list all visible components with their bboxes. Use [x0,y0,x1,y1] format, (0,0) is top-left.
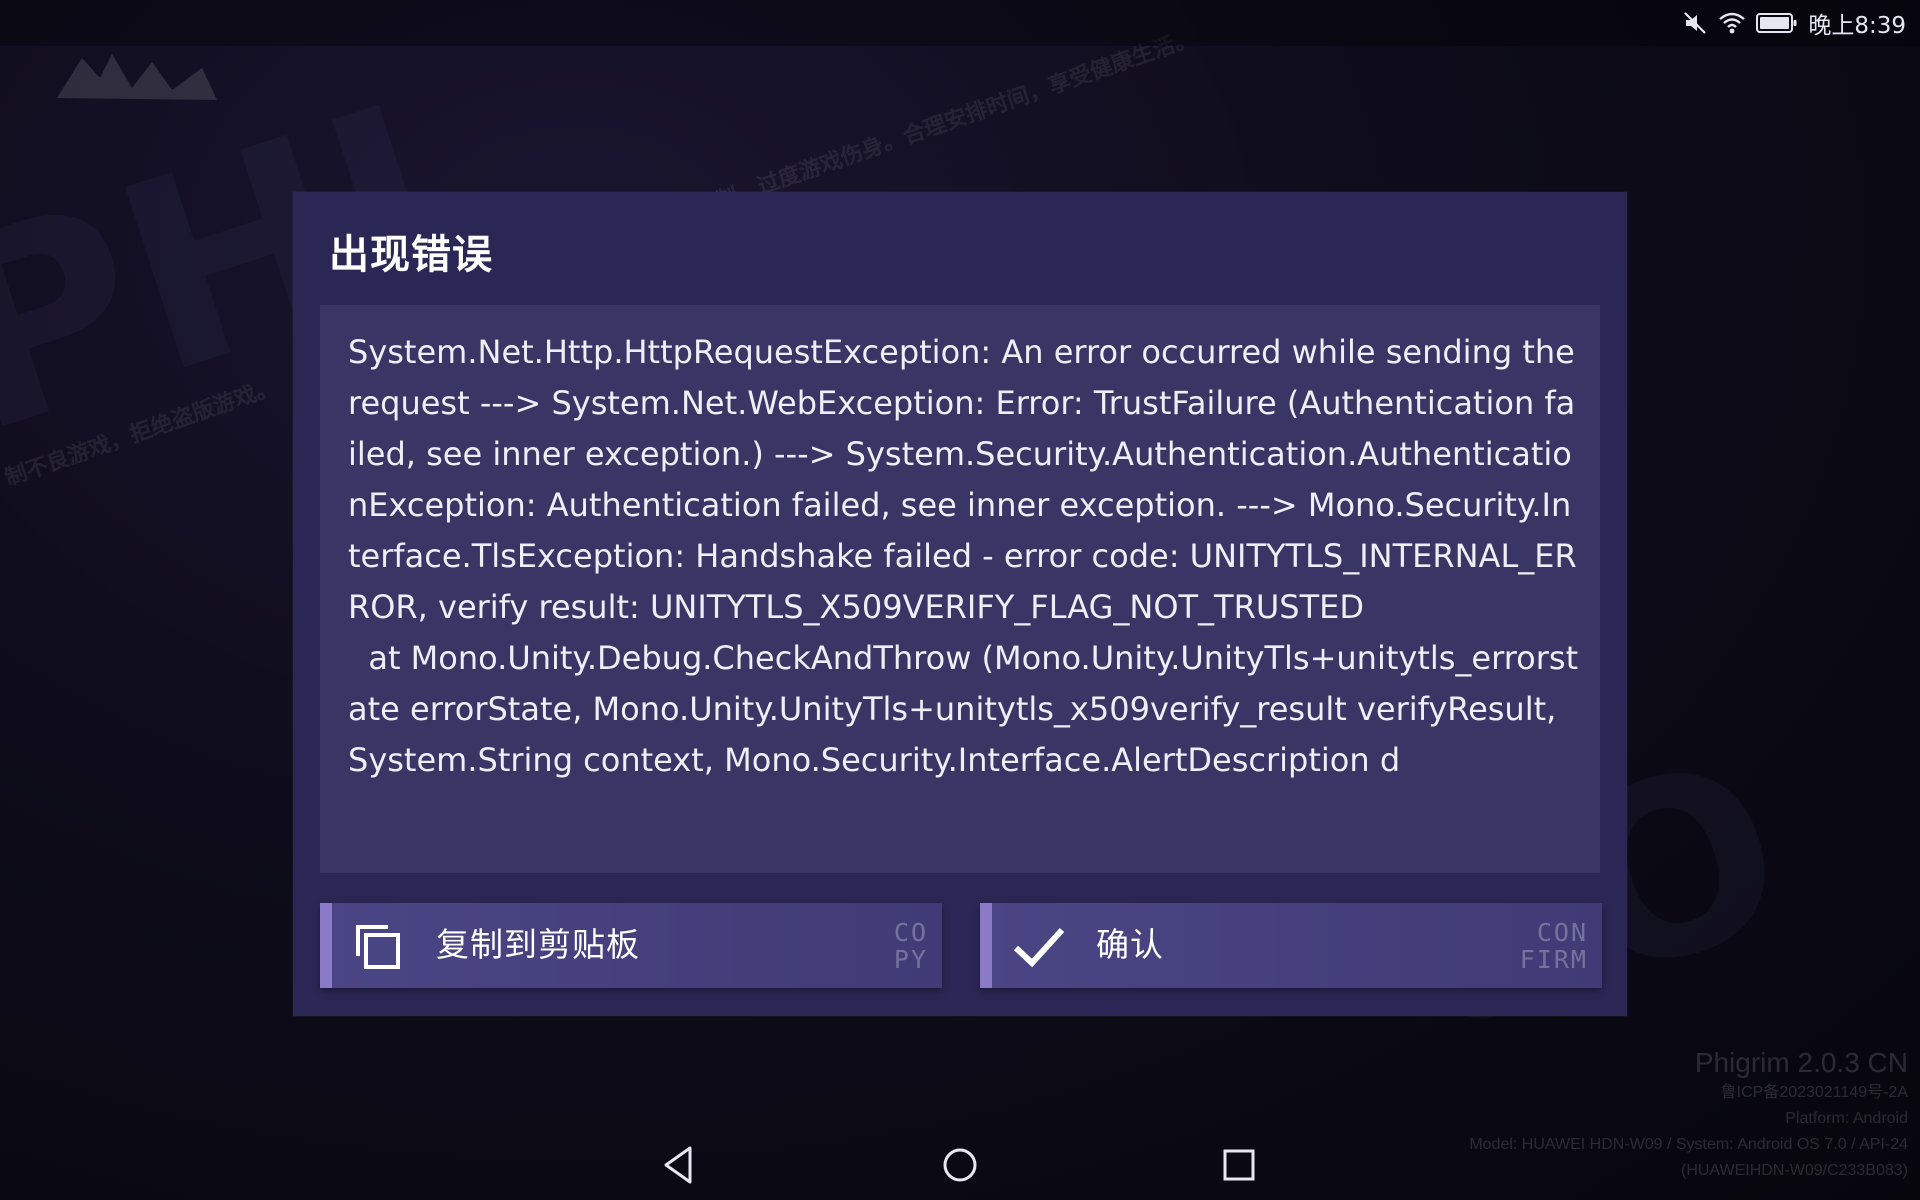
copy-to-clipboard-button[interactable]: 复制到剪贴板 CO PY [320,903,942,988]
confirm-deco-line-2: FIRM [1519,945,1588,974]
status-icons: 晚上8:39 [1682,8,1906,39]
status-bar: 晚上8:39 [0,0,1920,46]
button-accent-bar [980,903,992,988]
navigation-bar [0,1130,1920,1200]
version-text: Phigrim 2.0.3 CN [1694,1047,1908,1078]
confirm-button[interactable]: 确认 CON FIRM [980,903,1602,988]
dialog-title: 出现错误 [329,232,493,278]
copy-icon [356,925,400,969]
error-dialog: 出现错误 System.Net.Http.HttpRequestExceptio… [293,192,1627,1016]
checkmark-icon [1013,927,1065,968]
status-time: 晚上8:39 [1808,13,1906,39]
confirm-deco-line-1: CON [1536,918,1588,947]
game-logo [57,54,217,100]
copy-deco-line-2: PY [893,945,928,974]
recents-icon[interactable] [1216,1142,1262,1188]
copy-button-label: 复制到剪贴板 [436,925,640,964]
back-icon[interactable] [656,1142,702,1188]
confirm-button-label: 确认 [1096,925,1164,964]
icp-text: 鲁ICP备2023021149号-2A [1720,1084,1908,1101]
platform-text: Platform: Android [1785,1110,1908,1127]
screen: PHI GO 制不良游戏，拒绝盗版游戏。 抵制，过度游戏伤身。合理安排时间，享受… [0,0,1920,1200]
error-message-box[interactable]: System.Net.Http.HttpRequestException: An… [320,305,1600,873]
mute-icon [1682,10,1708,36]
confirm-button-decoration: CON FIRM [1520,919,1588,973]
battery-icon [1756,11,1798,35]
home-icon[interactable] [937,1142,983,1188]
copy-deco-line-1: CO [893,918,928,947]
button-accent-bar [320,903,332,988]
wifi-icon [1718,10,1746,36]
error-message-text: System.Net.Http.HttpRequestException: An… [348,333,1579,779]
copy-button-decoration: CO PY [894,919,928,973]
